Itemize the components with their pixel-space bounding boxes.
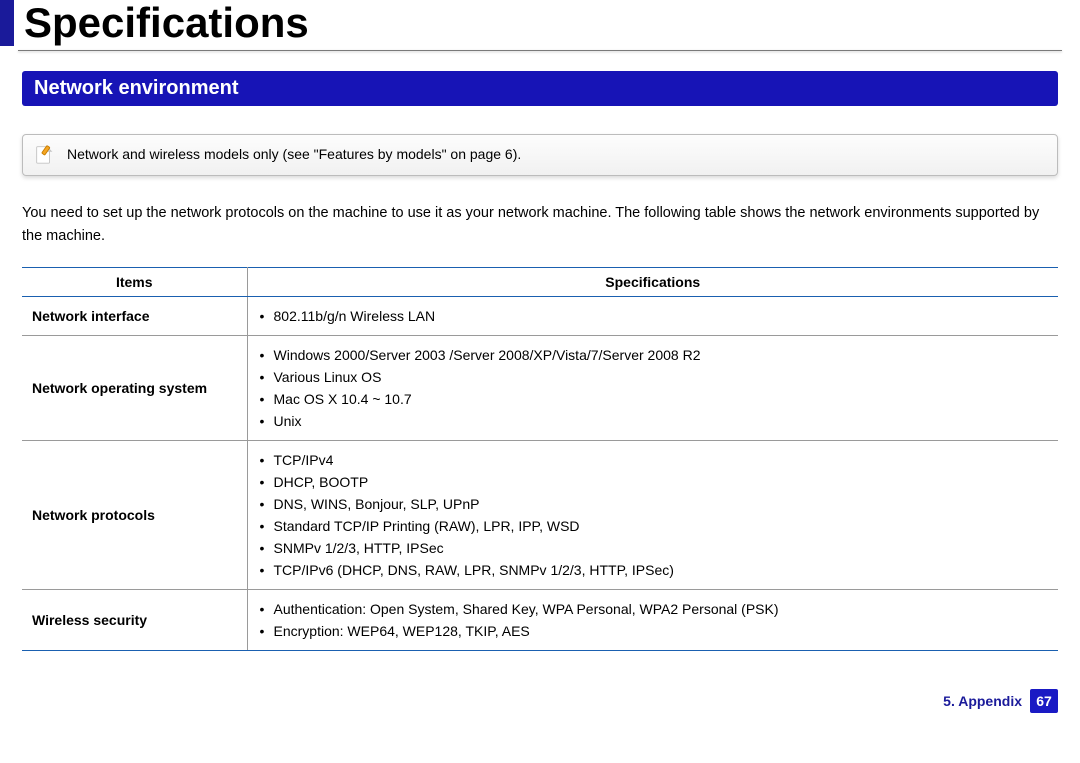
spec-list: Authentication: Open System, Shared Key,… (258, 598, 1049, 642)
table-row: Network operating system Windows 2000/Ser… (22, 336, 1058, 441)
spec-item: 802.11b/g/n Wireless LAN (258, 305, 1049, 327)
spec-item: SNMPv 1/2/3, HTTP, IPSec (258, 537, 1049, 559)
spec-item: DHCP, BOOTP (258, 471, 1049, 493)
row-specs: Authentication: Open System, Shared Key,… (247, 590, 1058, 651)
spec-item: Windows 2000/Server 2003 /Server 2008/XP… (258, 344, 1049, 366)
intro-text: You need to set up the network protocols… (22, 202, 1058, 247)
row-item: Network protocols (22, 441, 247, 590)
page-title-wrap: Specifications (0, 0, 1080, 46)
note-box: Network and wireless models only (see "F… (22, 134, 1058, 176)
table-body: Network interface 802.11b/g/n Wireless LA… (22, 297, 1058, 651)
table-header-row: Items Specifications (22, 268, 1058, 297)
spec-item: Encryption: WEP64, WEP128, TKIP, AES (258, 620, 1049, 642)
page-number: 67 (1030, 689, 1058, 713)
row-item: Wireless security (22, 590, 247, 651)
row-item: Network interface (22, 297, 247, 336)
spec-table: Items Specifications Network interface 80… (22, 267, 1058, 651)
page-title: Specifications (0, 0, 1080, 46)
spec-list: TCP/IPv4DHCP, BOOTPDNS, WINS, Bonjour, S… (258, 449, 1049, 581)
spec-item: Various Linux OS (258, 366, 1049, 388)
footer-chapter: 5. Appendix (943, 693, 1022, 709)
spec-list: Windows 2000/Server 2003 /Server 2008/XP… (258, 344, 1049, 432)
row-specs: 802.11b/g/n Wireless LAN (247, 297, 1058, 336)
spec-item: Mac OS X 10.4 ~ 10.7 (258, 388, 1049, 410)
row-specs: Windows 2000/Server 2003 /Server 2008/XP… (247, 336, 1058, 441)
header-specs: Specifications (247, 268, 1058, 297)
note-text: Network and wireless models only (see "F… (67, 146, 521, 162)
note-icon (33, 143, 55, 165)
spec-item: Unix (258, 410, 1049, 432)
spec-item: TCP/IPv6 (DHCP, DNS, RAW, LPR, SNMPv 1/2… (258, 559, 1049, 581)
table-row: Network interface 802.11b/g/n Wireless LA… (22, 297, 1058, 336)
content-area: Network environment Network and wireless… (0, 71, 1080, 651)
spec-item: Authentication: Open System, Shared Key,… (258, 598, 1049, 620)
row-item: Network operating system (22, 336, 247, 441)
title-underline (18, 50, 1062, 51)
header-items: Items (22, 268, 247, 297)
row-specs: TCP/IPv4DHCP, BOOTPDNS, WINS, Bonjour, S… (247, 441, 1058, 590)
spec-item: TCP/IPv4 (258, 449, 1049, 471)
section-heading: Network environment (22, 71, 1058, 106)
spec-list: 802.11b/g/n Wireless LAN (258, 305, 1049, 327)
page-footer: 5. Appendix 67 (0, 651, 1080, 731)
spec-item: DNS, WINS, Bonjour, SLP, UPnP (258, 493, 1049, 515)
table-row: Network protocolsTCP/IPv4DHCP, BOOTPDNS,… (22, 441, 1058, 590)
spec-item: Standard TCP/IP Printing (RAW), LPR, IPP… (258, 515, 1049, 537)
table-row: Wireless security Authentication: Open Sy… (22, 590, 1058, 651)
